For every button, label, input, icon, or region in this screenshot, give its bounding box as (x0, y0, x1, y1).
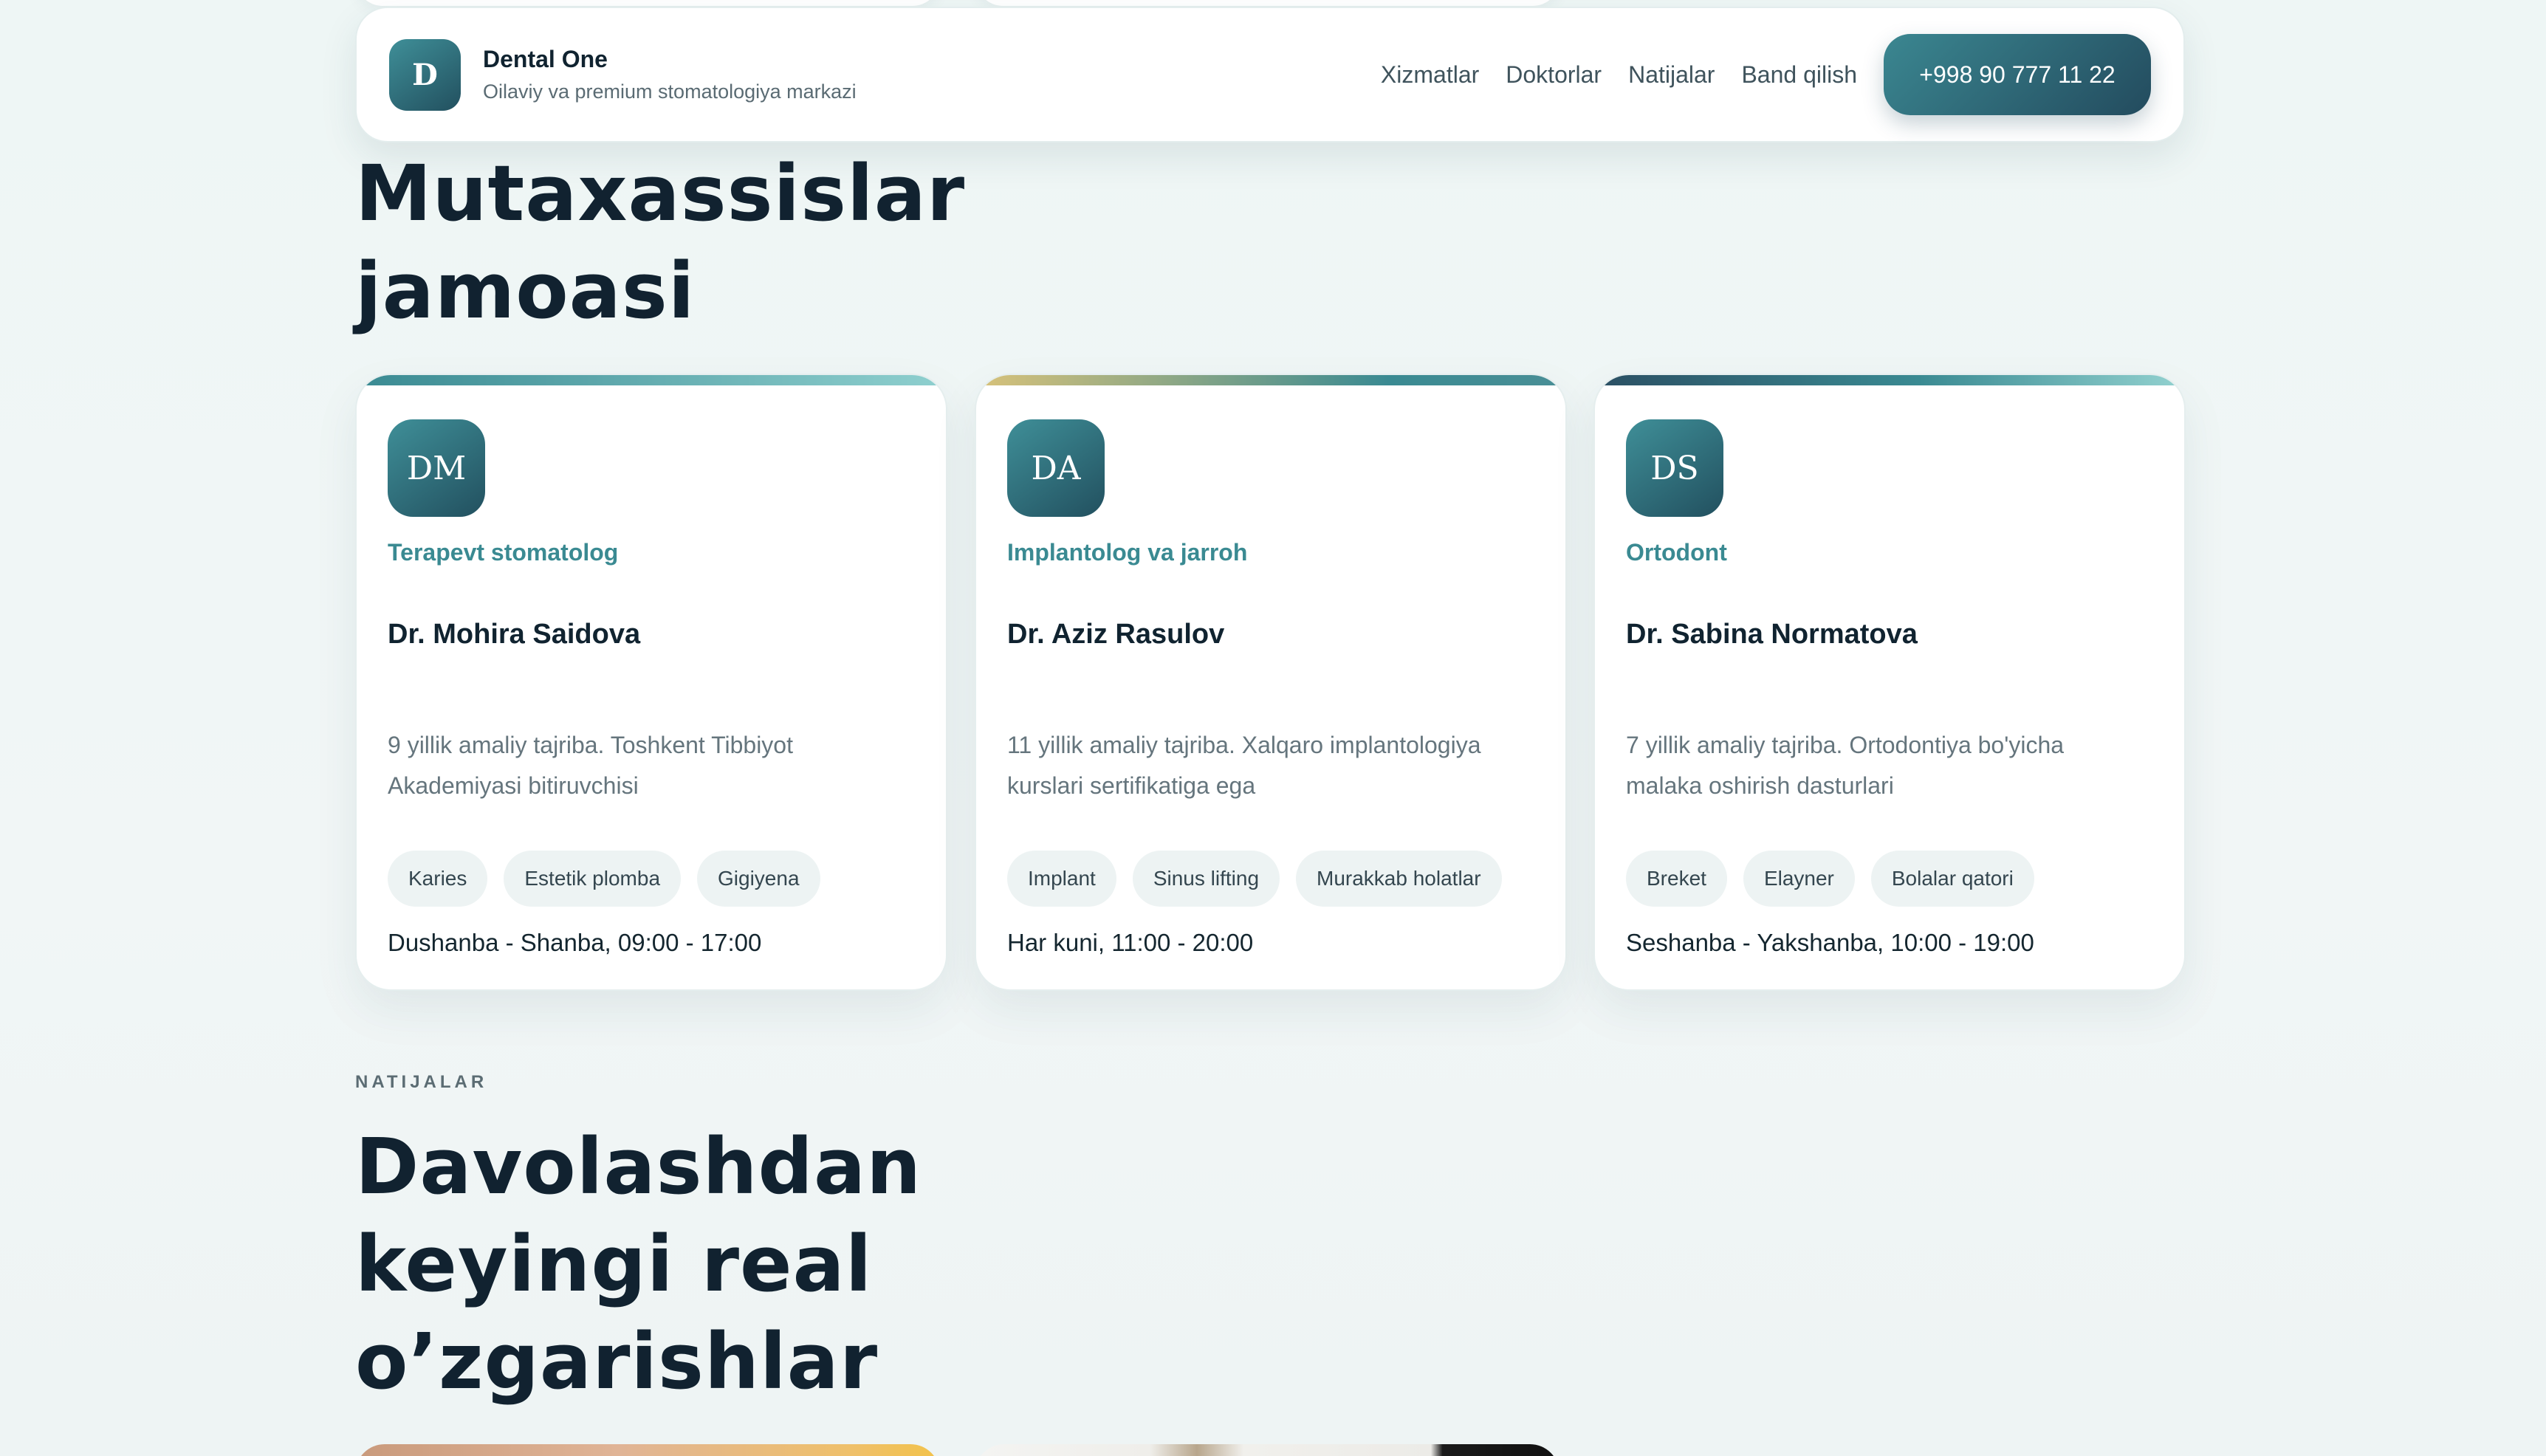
result-photo-card[interactable] (975, 1444, 1559, 1456)
main-nav: Xizmatlar Doktorlar Natijalar Band qilis… (1381, 34, 2151, 115)
card-accent-bar (1595, 375, 2184, 385)
peek-card-top-1 (356, 0, 939, 6)
nav-link-doktorlar[interactable]: Doktorlar (1506, 61, 1602, 89)
doctor-tags: Karies Estetik plomba Gigiyena (388, 851, 837, 907)
doctor-tag: Breket (1626, 851, 1727, 907)
brand-name: Dental One (483, 46, 608, 72)
results-section-title: Davolashdan keyingi real o’zgarishlar (355, 1118, 922, 1410)
doctor-avatar: DM (388, 419, 485, 517)
doctor-avatar: DA (1007, 419, 1105, 517)
doctor-desc-line-1: 11 yillik amaliy tajriba. Xalqaro implan… (1007, 732, 1481, 758)
doctor-description: 7 yillik amaliy tajriba. Ortodontiya bo'… (1626, 725, 2143, 806)
nav-link-xizmatlar[interactable]: Xizmatlar (1381, 61, 1479, 89)
doctor-desc-line-1: 9 yillik amaliy tajriba. Toshkent Tibbiy… (388, 732, 793, 758)
card-accent-bar (357, 375, 946, 385)
doctor-tag: Karies (388, 851, 488, 907)
doctor-tag: Elayner (1743, 851, 1855, 907)
doctor-role: Implantolog va jarroh (1007, 539, 1248, 566)
doctor-name: Dr. Mohira Saidova (388, 619, 641, 650)
team-title-line-1: Mutaxassislar (355, 148, 966, 238)
doctor-tag: Murakkab holatlar (1296, 851, 1502, 907)
doctor-desc-line-2: malaka oshirish dasturlari (1626, 772, 1894, 799)
doctor-tag: Bolalar qatori (1870, 851, 2034, 907)
logo[interactable]: D (389, 38, 461, 111)
doctor-desc-line-2: kurslari sertifikatiga ega (1007, 772, 1256, 799)
result-photo-card[interactable] (355, 1444, 940, 1456)
doctor-description: 9 yillik amaliy tajriba. Toshkent Tibbiy… (388, 725, 905, 806)
doctor-role: Terapevt stomatolog (388, 539, 619, 566)
card-accent-bar (976, 375, 1565, 385)
doctor-tags: Breket Elayner Bolalar qatori (1626, 851, 2051, 907)
doctor-tags: Implant Sinus lifting Murakkab holatlar (1007, 851, 1518, 907)
doctor-hours: Dushanba - Shanba, 09:00 - 17:00 (388, 929, 762, 956)
nav-link-band-qilish[interactable]: Band qilish (1741, 61, 1857, 89)
doctor-role: Ortodont (1626, 539, 1727, 566)
results-eyebrow: NATIJALAR (355, 1072, 488, 1092)
doctor-avatar: DS (1626, 419, 1723, 517)
doctor-tag: Sinus lifting (1132, 851, 1280, 907)
results-title-line-1: Davolashdan (355, 1122, 922, 1212)
doctor-desc-line-2: Akademiyasi bitiruvchisi (388, 772, 639, 799)
doctor-tag: Gigiyena (697, 851, 820, 907)
doctor-name: Dr. Aziz Rasulov (1007, 619, 1225, 650)
doctor-desc-line-1: 7 yillik amaliy tajriba. Ortodontiya bo'… (1626, 732, 2065, 758)
brand-subtitle: Oilaviy va premium stomatologiya markazi (483, 80, 857, 103)
doctor-tag: Estetik plomba (504, 851, 682, 907)
results-title-line-2: keyingi real (355, 1219, 873, 1309)
team-section-title: Mutaxassislar jamoasi (355, 145, 965, 340)
team-title-line-2: jamoasi (355, 246, 696, 336)
site-header: D Dental One Oilaviy va premium stomatol… (355, 7, 2185, 142)
doctor-card[interactable]: DS Ortodont Dr. Sabina Normatova 7 yilli… (1593, 374, 2186, 991)
nav-link-natijalar[interactable]: Natijalar (1628, 61, 1715, 89)
doctor-name: Dr. Sabina Normatova (1626, 619, 1918, 650)
page: D Dental One Oilaviy va premium stomatol… (0, 0, 2546, 1456)
doctor-card[interactable]: DM Terapevt stomatolog Dr. Mohira Saidov… (355, 374, 947, 991)
doctor-card[interactable]: DA Implantolog va jarroh Dr. Aziz Rasulo… (975, 374, 1567, 991)
peek-card-top-2 (976, 0, 1559, 6)
results-title-line-3: o’zgarishlar (355, 1316, 879, 1407)
doctor-hours: Har kuni, 11:00 - 20:00 (1007, 929, 1254, 956)
brand: Dental One Oilaviy va premium stomatolog… (483, 46, 857, 103)
phone-cta-button[interactable]: +998 90 777 11 22 (1884, 34, 2151, 115)
doctor-description: 11 yillik amaliy tajriba. Xalqaro implan… (1007, 725, 1524, 806)
doctor-hours: Seshanba - Yakshanba, 10:00 - 19:00 (1626, 929, 2034, 956)
doctor-tag: Implant (1007, 851, 1116, 907)
